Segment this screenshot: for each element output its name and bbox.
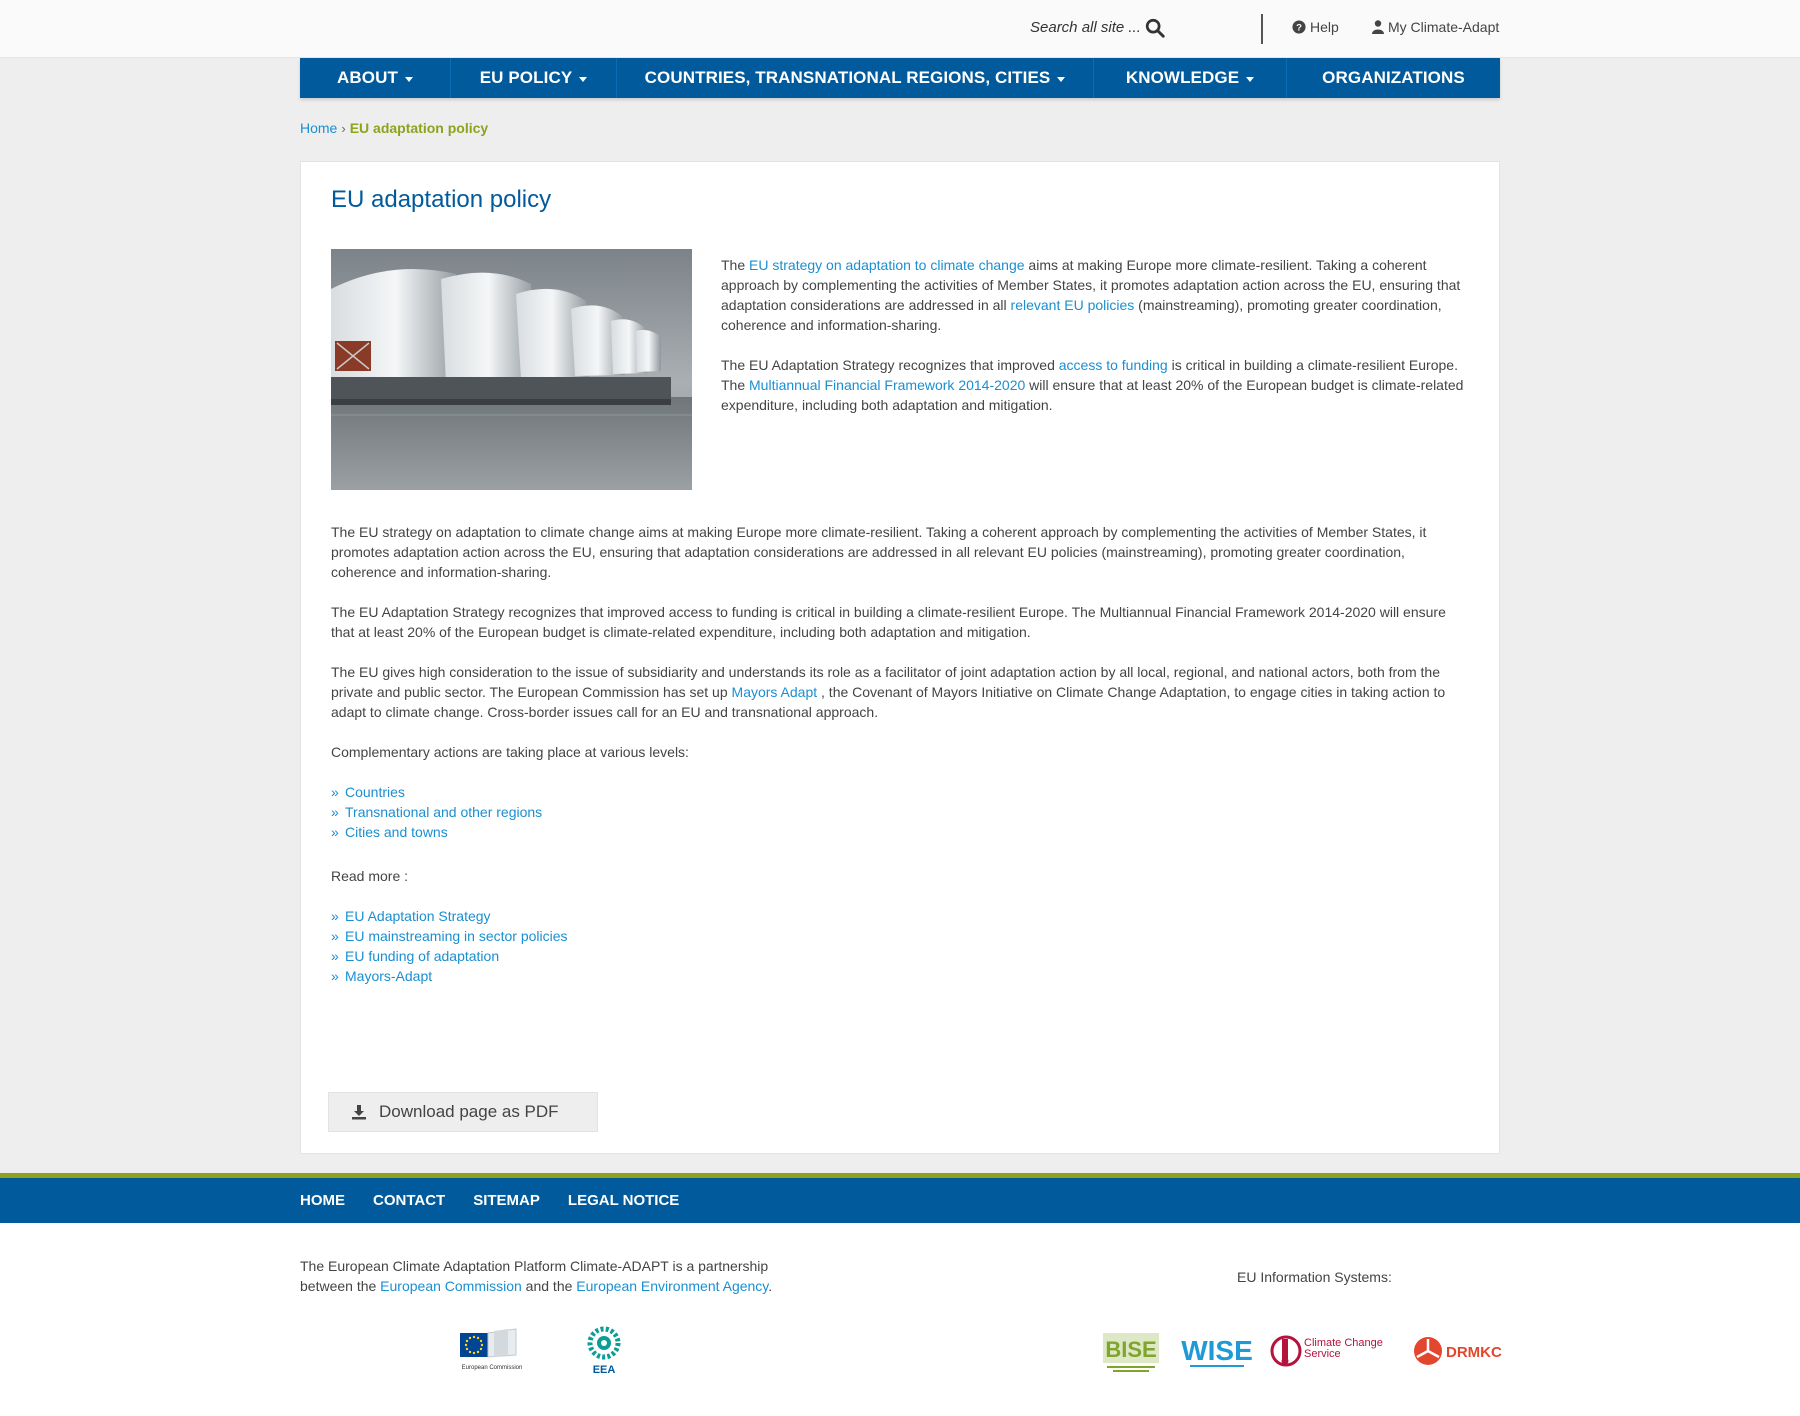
svg-text:?: ? [1296, 23, 1302, 34]
footer-text-span: and the [521, 1278, 577, 1294]
nav-item-knowledge[interactable]: KNOWLEDGE [1094, 58, 1287, 98]
double-chevron-right-icon: » [331, 908, 339, 924]
nav-label: KNOWLEDGE [1125, 68, 1240, 87]
access-to-funding-link[interactable]: access to funding [1059, 357, 1168, 373]
user-icon [1372, 20, 1384, 34]
mayors-adapt-readmore-link[interactable]: Mayors-Adapt [345, 966, 432, 986]
nav-item-countries[interactable]: COUNTRIES, TRANSNATIONAL REGIONS, CITIES [617, 58, 1094, 98]
footer-contact-link[interactable]: CONTACT [373, 1192, 445, 1209]
double-chevron-right-icon: » [331, 968, 339, 984]
content-card: EU adaptation policy The EU strategy on … [300, 161, 1500, 1154]
footer-legal-notice-link[interactable]: LEGAL NOTICE [568, 1192, 679, 1209]
hero-image [331, 249, 692, 490]
caret-down-icon [1057, 76, 1066, 82]
nav-item-organizations[interactable]: ORGANIZATIONS [1287, 58, 1500, 98]
eu-strategy-link[interactable]: EU strategy on adaptation to climate cha… [749, 257, 1025, 273]
drmkc-logo[interactable]: DRMKC [1412, 1331, 1502, 1376]
relevant-eu-policies-link[interactable]: relevant EU policies [1011, 297, 1135, 313]
footer-sitemap-link[interactable]: SITEMAP [473, 1192, 540, 1209]
read-more-label: Read more : [331, 868, 409, 884]
list-item: » EU mainstreaming in sector policies [331, 926, 1471, 946]
breadcrumb: Home › EU adaptation policy [300, 120, 488, 136]
list-item: » Cities and towns [331, 822, 1471, 842]
body-paragraph-2: The EU Adaptation Strategy recognizes th… [331, 604, 1446, 640]
caret-down-icon [579, 76, 588, 82]
top-divider [1261, 14, 1263, 44]
top-bar: Search all site ... ? Help My Climate-Ad… [0, 0, 1800, 58]
footer-description: The European Climate Adaptation Platform… [300, 1256, 820, 1296]
body-paragraph-3: The EU gives high consideration to the i… [331, 662, 1471, 722]
breadcrumb-separator: › [341, 120, 346, 136]
wise-logo-text: WISE [1181, 1335, 1253, 1366]
double-chevron-right-icon: » [331, 928, 339, 944]
intro-paragraph-2: The EU Adaptation Strategy recognizes th… [721, 355, 1473, 415]
footer-body: The European Climate Adaptation Platform… [0, 1223, 1800, 1416]
footer-nav: HOME CONTACT SITEMAP LEGAL NOTICE [0, 1178, 1800, 1223]
nav-label: COUNTRIES, TRANSNATIONAL REGIONS, CITIES [644, 68, 1051, 87]
bise-logo-text: BISE [1105, 1337, 1156, 1362]
nav-label: ORGANIZATIONS [1322, 68, 1465, 87]
european-commission-link[interactable]: European Commission [380, 1278, 522, 1294]
mayors-adapt-link[interactable]: Mayors Adapt [732, 684, 818, 700]
footer-text-span: . [768, 1278, 773, 1294]
ec-logo-text: European Commission [462, 1365, 523, 1371]
eea-link[interactable]: European Environment Agency [576, 1278, 768, 1294]
footer-home-link[interactable]: HOME [300, 1192, 345, 1209]
account-label: My Climate-Adapt [1388, 19, 1500, 35]
mff-link[interactable]: Multiannual Financial Framework 2014-202… [749, 377, 1025, 393]
body-text: The EU strategy on adaptation to climate… [331, 522, 1471, 1010]
download-pdf-button[interactable]: Download page as PDF [328, 1092, 598, 1132]
main-nav: ABOUT EU POLICY COUNTRIES, TRANSNATIONAL… [300, 58, 1500, 98]
caret-down-icon [1246, 76, 1255, 82]
search-input[interactable]: Search all site ... [1030, 19, 1141, 36]
nav-item-about[interactable]: ABOUT [300, 58, 451, 98]
nav-label: EU POLICY [479, 68, 573, 87]
nav-item-eu-policy[interactable]: EU POLICY [451, 58, 617, 98]
eea-logo[interactable]: EEA [578, 1321, 632, 1382]
caret-down-icon [404, 76, 413, 82]
wise-logo[interactable]: WISE [1180, 1331, 1254, 1378]
intro-paragraph-1: The EU strategy on adaptation to climate… [721, 255, 1473, 335]
list-item: » Countries [331, 782, 1471, 802]
eu-funding-link[interactable]: EU funding of adaptation [345, 946, 499, 966]
list-item: » Mayors-Adapt [331, 966, 1471, 986]
question-circle-icon: ? [1292, 20, 1306, 34]
eea-logo-text: EEA [593, 1364, 616, 1376]
help-link[interactable]: ? Help [1292, 19, 1339, 35]
eu-mainstreaming-link[interactable]: EU mainstreaming in sector policies [345, 926, 568, 946]
countries-link[interactable]: Countries [345, 782, 405, 802]
cities-towns-link[interactable]: Cities and towns [345, 822, 448, 842]
page-title: EU adaptation policy [331, 186, 552, 213]
download-pdf-label: Download page as PDF [379, 1102, 559, 1121]
eu-info-systems-label: EU Information Systems: [1237, 1269, 1392, 1285]
double-chevron-right-icon: » [331, 784, 339, 800]
levels-list: » Countries » Transnational and other regi… [331, 782, 1471, 842]
nav-label: ABOUT [337, 68, 398, 87]
transnational-regions-link[interactable]: Transnational and other regions [345, 802, 542, 822]
list-item: » EU Adaptation Strategy [331, 906, 1471, 926]
european-commission-logo[interactable]: European Commission [458, 1327, 526, 1380]
list-item: » Transnational and other regions [331, 802, 1471, 822]
double-chevron-right-icon: » [331, 804, 339, 820]
read-more-list: » EU Adaptation Strategy » EU mainstreamin… [331, 906, 1471, 986]
intro-text-span: The [721, 257, 750, 273]
body-paragraph-1: The EU strategy on adaptation to climate… [331, 524, 1427, 580]
double-chevron-right-icon: » [331, 824, 339, 840]
ccs-logo-text: Climate Change Service [1304, 1338, 1383, 1360]
breadcrumb-current: EU adaptation policy [349, 120, 489, 136]
help-label: Help [1310, 19, 1339, 35]
breadcrumb-home[interactable]: Home [300, 120, 337, 136]
my-climate-adapt-link[interactable]: My Climate-Adapt [1372, 19, 1499, 35]
climate-change-service-logo[interactable]: Climate Change Service [1270, 1331, 1394, 1376]
double-chevron-right-icon: » [331, 948, 339, 964]
intro-text: The EU strategy on adaptation to climate… [721, 255, 1473, 435]
eu-adaptation-strategy-link[interactable]: EU Adaptation Strategy [345, 906, 491, 926]
download-icon [352, 1105, 366, 1120]
intro-text-span: The EU Adaptation Strategy recognizes th… [721, 357, 1059, 373]
drmkc-logo-text: DRMKC [1446, 1344, 1502, 1361]
bise-logo[interactable]: BISE [1103, 1331, 1161, 1378]
list-item: » EU funding of adaptation [331, 946, 1471, 966]
body-paragraph-4: Complementary actions are taking place a… [331, 744, 689, 760]
search-icon[interactable] [1144, 17, 1166, 39]
